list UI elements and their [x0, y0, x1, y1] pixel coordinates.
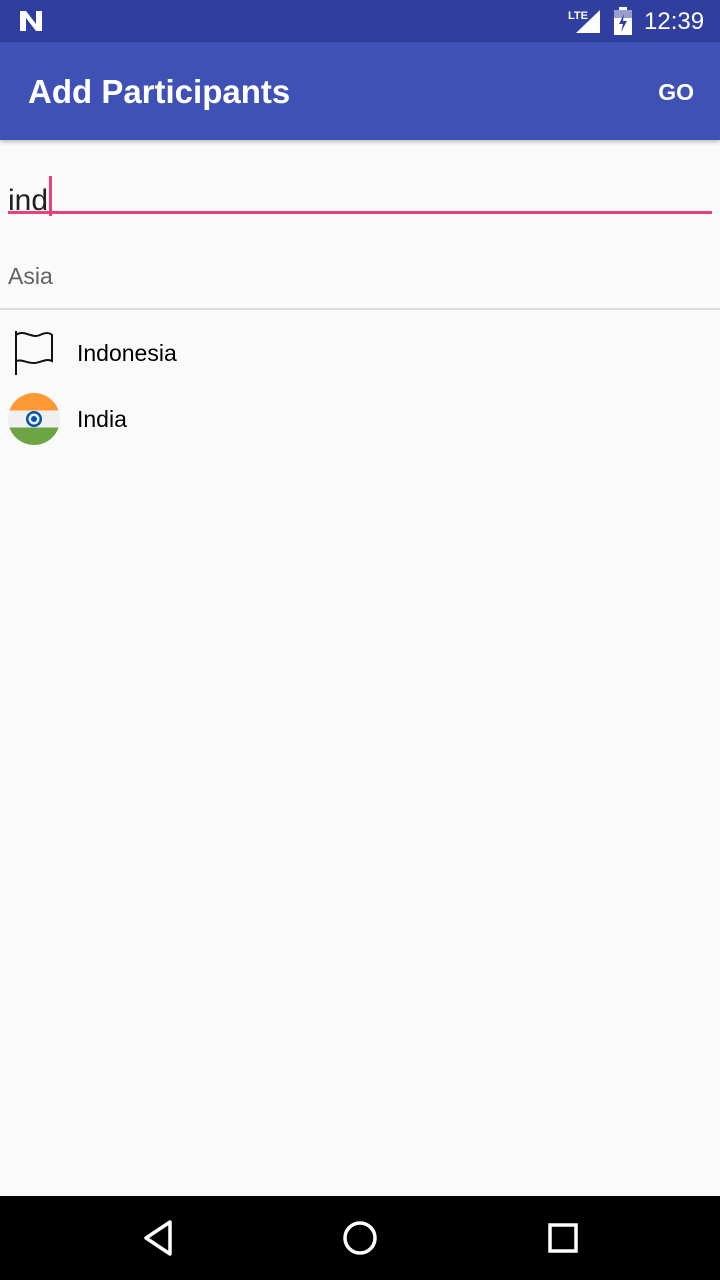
- svg-text:LTE: LTE: [568, 10, 588, 22]
- page-title: Add Participants: [28, 73, 291, 110]
- india-flag-icon: [8, 393, 60, 445]
- search-input[interactable]: ind: [8, 170, 712, 217]
- list-item-label: India: [77, 406, 127, 432]
- list-item-india[interactable]: India: [0, 386, 720, 452]
- app-bar: Add Participants GO: [0, 42, 720, 140]
- go-button[interactable]: GO: [658, 78, 694, 106]
- lte-signal-icon: LTE: [568, 10, 600, 33]
- section-divider: [0, 308, 720, 310]
- home-icon[interactable]: [338, 1216, 382, 1260]
- back-icon[interactable]: [138, 1216, 182, 1260]
- status-bar: LTE 12:39: [0, 0, 720, 42]
- section-header: Asia: [8, 263, 53, 289]
- text-cursor: [49, 176, 53, 216]
- battery-charging-icon: [614, 7, 632, 35]
- clock: 12:39: [644, 8, 705, 35]
- search-input-text: ind: [8, 184, 49, 217]
- flag-outline-icon: [15, 331, 53, 375]
- list-item-indonesia[interactable]: Indonesia: [0, 320, 720, 386]
- notification-n-icon: [20, 11, 42, 31]
- recents-icon[interactable]: [541, 1216, 585, 1260]
- navigation-bar: [0, 1196, 720, 1280]
- list-item-label: Indonesia: [77, 340, 177, 366]
- search-input-value: ind: [8, 176, 53, 219]
